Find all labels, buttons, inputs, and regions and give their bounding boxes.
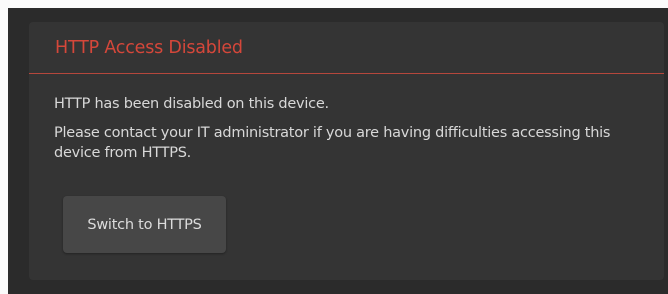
contact-admin-message: Please contact your IT administrator if … (54, 125, 611, 161)
panel-title: HTTP Access Disabled (55, 37, 243, 58)
switch-to-https-button[interactable]: Switch to HTTPS (63, 196, 226, 253)
panel-body: HTTP has been disabled on this device. P… (29, 74, 664, 163)
panel-header: HTTP Access Disabled (29, 22, 664, 74)
http-disabled-panel: HTTP Access Disabled HTTP has been disab… (29, 22, 664, 280)
disabled-message: HTTP has been disabled on this device. (54, 96, 329, 112)
